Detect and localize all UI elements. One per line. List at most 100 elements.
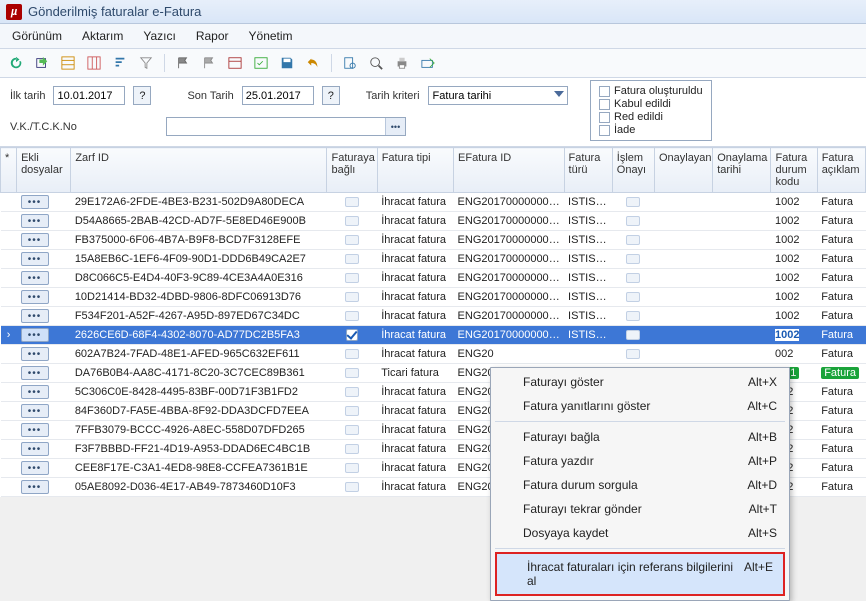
table-row[interactable]: •••F534F201-A52F-4267-A95D-897ED67C34DCİ… [1, 307, 866, 326]
cell-islem[interactable] [612, 326, 654, 345]
ellipsis-button[interactable]: ••• [21, 328, 49, 342]
ellipsis-button[interactable]: ••• [21, 233, 49, 247]
cb-fatura-olusturuldu[interactable] [599, 86, 610, 97]
ellipsis-button[interactable]: ••• [21, 252, 49, 266]
context-menu-item[interactable]: İhracat faturaları için referans bilgile… [495, 552, 785, 596]
cell-fbagli[interactable] [327, 478, 377, 497]
col-zarf[interactable]: Zarf ID [71, 148, 327, 193]
context-menu-item[interactable]: Dosyaya kaydetAlt+S [493, 521, 787, 545]
context-menu-item[interactable]: Fatura yazdırAlt+P [493, 449, 787, 473]
col-ekli[interactable]: Ekli dosyalar [17, 148, 71, 193]
cell-fbagli[interactable] [327, 440, 377, 459]
ellipsis-button[interactable]: ••• [21, 480, 49, 494]
cell-ekli[interactable]: ••• [17, 478, 71, 497]
tool-export-icon[interactable] [32, 53, 52, 73]
table-row[interactable]: •••FB375000-6F06-4B7A-B9F8-BCD7F3128EFEİ… [1, 231, 866, 250]
tool-undo-icon[interactable] [303, 53, 323, 73]
tool-preview-icon[interactable] [340, 53, 360, 73]
vk-input[interactable] [166, 117, 406, 136]
tool-grid-icon[interactable] [58, 53, 78, 73]
tool-table-check-icon[interactable] [251, 53, 271, 73]
context-menu-item[interactable]: Fatura durum sorgulaAlt+D [493, 473, 787, 497]
ellipsis-button[interactable]: ••• [21, 423, 49, 437]
menu-yazici[interactable]: Yazıcı [139, 27, 179, 45]
col-aciklama[interactable]: Fatura açıklam [817, 148, 865, 193]
cell-fbagli[interactable] [327, 364, 377, 383]
tool-filter-icon[interactable] [136, 53, 156, 73]
ilk-tarih-picker-button[interactable]: ? [133, 86, 151, 105]
cell-ekli[interactable]: ••• [17, 459, 71, 478]
context-menu-item[interactable]: Faturayı tekrar gönderAlt+T [493, 497, 787, 521]
cell-fbagli[interactable] [327, 231, 377, 250]
cell-ekli[interactable]: ••• [17, 440, 71, 459]
ellipsis-button[interactable]: ••• [21, 385, 49, 399]
cell-ekli[interactable]: ••• [17, 402, 71, 421]
cell-islem[interactable] [612, 345, 654, 364]
cell-ekli[interactable]: ••• [17, 231, 71, 250]
table-row[interactable]: •••29E172A6-2FDE-4BE3-B231-502D9A80DECAİ… [1, 193, 866, 212]
cell-ekli[interactable]: ••• [17, 193, 71, 212]
tool-save-icon[interactable] [277, 53, 297, 73]
ellipsis-button[interactable]: ••• [21, 271, 49, 285]
ellipsis-button[interactable]: ••• [21, 347, 49, 361]
col-durum[interactable]: Fatura durum kodu [771, 148, 817, 193]
tool-sort-icon[interactable] [110, 53, 130, 73]
cell-fbagli[interactable] [327, 193, 377, 212]
col-ftipi[interactable]: Fatura tipi [377, 148, 453, 193]
cell-fbagli[interactable] [327, 326, 377, 345]
ellipsis-button[interactable]: ••• [21, 214, 49, 228]
cell-fbagli[interactable] [327, 212, 377, 231]
cell-ekli[interactable]: ••• [17, 364, 71, 383]
table-row[interactable]: •••602A7B24-7FAD-48E1-AFED-965C632EF611İ… [1, 345, 866, 364]
cell-fbagli[interactable] [327, 421, 377, 440]
cb-red-edildi[interactable] [599, 112, 610, 123]
menu-gorunum[interactable]: Görünüm [8, 27, 66, 45]
vk-lookup-button[interactable]: ••• [385, 118, 405, 135]
tool-columns-icon[interactable] [84, 53, 104, 73]
cell-fbagli[interactable] [327, 345, 377, 364]
cell-ekli[interactable]: ••• [17, 345, 71, 364]
cell-ekli[interactable]: ••• [17, 288, 71, 307]
son-tarih-input[interactable] [242, 86, 314, 105]
col-islem[interactable]: İşlem Onayı [612, 148, 654, 193]
cell-fbagli[interactable] [327, 288, 377, 307]
cell-fbagli[interactable] [327, 250, 377, 269]
son-tarih-picker-button[interactable]: ? [322, 86, 340, 105]
cell-islem[interactable] [612, 307, 654, 326]
table-row[interactable]: ›•••2626CE6D-68F4-4302-8070-AD77DC2B5FA3… [1, 326, 866, 345]
cell-ekli[interactable]: ••• [17, 307, 71, 326]
tool-send-icon[interactable] [418, 53, 438, 73]
cell-fbagli[interactable] [327, 402, 377, 421]
tool-flag-icon[interactable] [173, 53, 193, 73]
cell-islem[interactable] [612, 212, 654, 231]
col-fbagli[interactable]: Faturaya bağlı [327, 148, 377, 193]
table-row[interactable]: •••D54A8665-2BAB-42CD-AD7F-5E8ED46E900Bİ… [1, 212, 866, 231]
cell-islem[interactable] [612, 269, 654, 288]
cell-ekli[interactable]: ••• [17, 269, 71, 288]
context-menu-item[interactable]: Faturayı gösterAlt+X [493, 370, 787, 394]
cell-fbagli[interactable] [327, 307, 377, 326]
context-menu-item[interactable]: Fatura yanıtlarını gösterAlt+C [493, 394, 787, 418]
ilk-tarih-input[interactable] [53, 86, 125, 105]
ellipsis-button[interactable]: ••• [21, 366, 49, 380]
ellipsis-button[interactable]: ••• [21, 309, 49, 323]
ellipsis-button[interactable]: ••• [21, 461, 49, 475]
tool-flag2-icon[interactable] [199, 53, 219, 73]
cell-fbagli[interactable] [327, 459, 377, 478]
col-otarihi[interactable]: Onaylama tarihi [713, 148, 771, 193]
col-onaylayan[interactable]: Onaylayan [654, 148, 712, 193]
cell-islem[interactable] [612, 231, 654, 250]
cell-ekli[interactable]: ••• [17, 250, 71, 269]
tool-zoom-icon[interactable] [366, 53, 386, 73]
ellipsis-button[interactable]: ••• [21, 442, 49, 456]
tool-table-icon[interactable] [225, 53, 245, 73]
col-fturu[interactable]: Fatura türü [564, 148, 612, 193]
cb-iade[interactable] [599, 125, 610, 136]
tarih-kriteri-combo[interactable] [428, 86, 568, 105]
cell-islem[interactable] [612, 250, 654, 269]
cell-ekli[interactable]: ••• [17, 383, 71, 402]
ellipsis-button[interactable]: ••• [21, 195, 49, 209]
cell-ekli[interactable]: ••• [17, 326, 71, 345]
tool-refresh-icon[interactable] [6, 53, 26, 73]
cell-islem[interactable] [612, 288, 654, 307]
